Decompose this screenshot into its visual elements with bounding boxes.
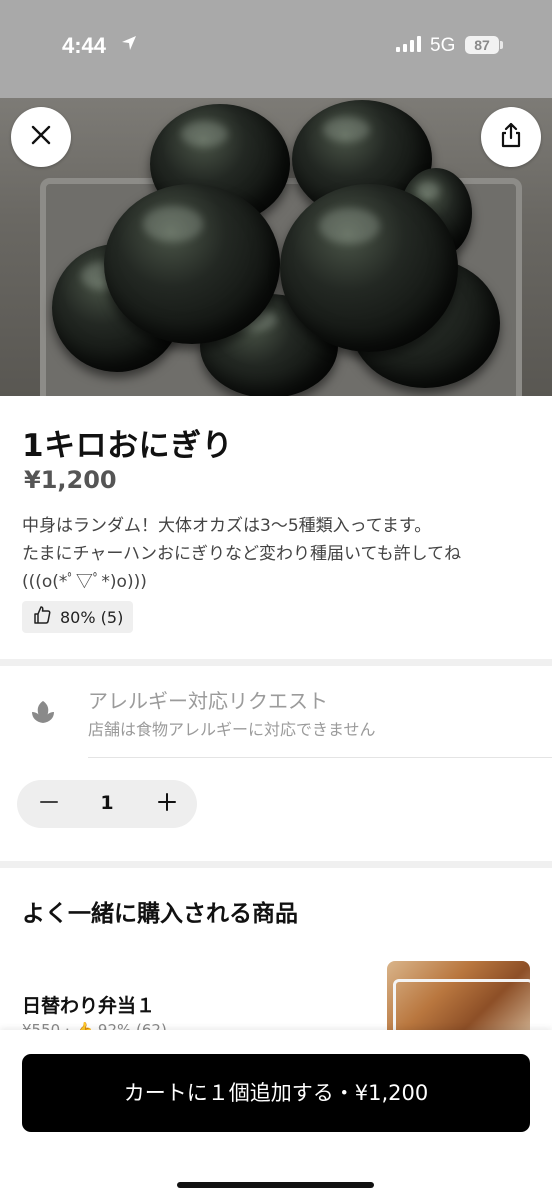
section-divider [0, 861, 552, 868]
add-to-cart-button[interactable]: カートに１個追加する・¥1,200 [22, 1054, 530, 1132]
signal-icon [396, 36, 422, 56]
rating-badge: 80% (5) [22, 601, 134, 633]
status-bar: 4:44 5G 87 [0, 0, 552, 98]
minus-icon [39, 792, 59, 816]
location-arrow-icon [120, 34, 138, 56]
plus-icon [157, 792, 177, 816]
product-image [0, 98, 552, 396]
product-price: ¥1,200 [24, 466, 117, 494]
section-divider [0, 659, 552, 666]
status-time: 4:44 [62, 33, 107, 58]
allergy-request-title: アレルギー対応リクエスト [88, 689, 328, 713]
network-type: 5G [430, 35, 456, 56]
thumbs-up-icon [32, 605, 52, 629]
leaf-icon [29, 698, 57, 730]
description-line: (((o(*ﾟ▽ﾟ*)o))) [22, 572, 147, 592]
rating-text: 80% (5) [60, 607, 124, 627]
onigiri-graphic [280, 184, 458, 352]
battery-level: 87 [465, 36, 499, 54]
home-indicator[interactable] [177, 1182, 374, 1188]
share-icon [498, 121, 524, 153]
product-title: 1キロおにぎり [22, 428, 234, 464]
description-line: たまにチャーハンおにぎりなど変わり種届いても許してね [22, 544, 462, 564]
quantity-value: 1 [100, 792, 114, 814]
divider-line [88, 757, 552, 758]
battery-icon [500, 41, 503, 49]
close-icon [29, 123, 53, 151]
share-button[interactable] [481, 107, 541, 167]
increase-quantity-button[interactable] [153, 790, 181, 818]
product-description: 中身はランダム！大体オカズは3〜5種類入ってます。 たまにチャーハンおにぎりなど… [22, 512, 461, 596]
description-line: 中身はランダム！大体オカズは3〜5種類入ってます。 [22, 516, 432, 536]
recommended-item-name[interactable]: 日替わり弁当１ [22, 991, 155, 1018]
onigiri-graphic [104, 184, 280, 344]
allergy-request-subtitle: 店舗は食物アレルギーに対応できません [88, 720, 376, 739]
quantity-stepper: 1 [17, 780, 197, 828]
frequently-bought-title: よく一緒に購入される商品 [22, 901, 298, 927]
decrease-quantity-button[interactable] [35, 790, 63, 818]
close-button[interactable] [11, 107, 71, 167]
